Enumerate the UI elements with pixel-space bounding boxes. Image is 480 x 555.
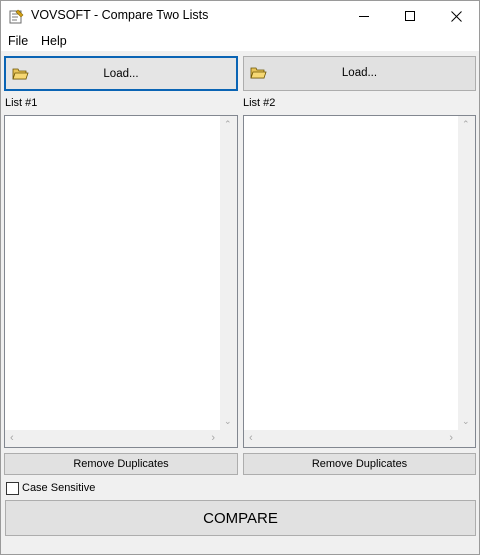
list2-horizontal-scrollbar[interactable]: ‹ › — [244, 430, 458, 447]
scroll-up-icon[interactable]: ⌃ — [462, 120, 470, 129]
menu-file[interactable]: File — [8, 34, 28, 48]
menu-help[interactable]: Help — [41, 34, 67, 48]
scroll-down-icon[interactable]: ⌄ — [224, 417, 232, 426]
list2-vertical-scrollbar[interactable]: ⌃ ⌄ — [458, 116, 475, 430]
list1-label: List #1 — [5, 97, 38, 109]
title-bar[interactable]: VOVSOFT - Compare Two Lists — [1, 1, 479, 31]
scrollbar-corner — [220, 430, 237, 447]
load-list2-button[interactable]: Load... — [243, 56, 476, 91]
maximize-icon — [404, 10, 415, 21]
compare-button[interactable]: COMPARE — [5, 500, 476, 536]
list1-vertical-scrollbar[interactable]: ⌃ ⌄ — [220, 116, 237, 430]
menu-bar: File Help — [1, 31, 479, 51]
list2-label: List #2 — [243, 97, 276, 109]
load-list1-button[interactable]: Load... — [4, 56, 238, 91]
close-icon — [450, 10, 462, 22]
case-sensitive-option[interactable]: Case Sensitive — [6, 481, 95, 495]
remove-duplicates-list2-button[interactable]: Remove Duplicates — [243, 453, 476, 475]
scroll-right-icon[interactable]: › — [449, 433, 453, 444]
scroll-left-icon[interactable]: ‹ — [10, 433, 14, 444]
app-icon — [9, 9, 24, 24]
minimize-button[interactable] — [341, 1, 387, 31]
remove-duplicates-list1-button[interactable]: Remove Duplicates — [4, 453, 238, 475]
load-list2-label: Load... — [341, 67, 378, 79]
maximize-button[interactable] — [387, 1, 433, 31]
scroll-left-icon[interactable]: ‹ — [249, 433, 253, 444]
case-sensitive-label: Case Sensitive — [22, 482, 96, 494]
list1-textarea[interactable]: ⌃ ⌄ ‹ › — [4, 115, 238, 448]
list1-horizontal-scrollbar[interactable]: ‹ › — [5, 430, 220, 447]
scroll-up-icon[interactable]: ⌃ — [224, 120, 232, 129]
window-title: VOVSOFT - Compare Two Lists — [31, 8, 209, 22]
app-window: VOVSOFT - Compare Two Lists File Help Lo… — [0, 0, 480, 555]
scrollbar-corner — [458, 430, 475, 447]
case-sensitive-checkbox[interactable] — [6, 481, 19, 495]
scroll-right-icon[interactable]: › — [211, 433, 215, 444]
close-button[interactable] — [433, 1, 479, 31]
scroll-down-icon[interactable]: ⌄ — [462, 417, 470, 426]
minimize-icon — [358, 15, 369, 17]
list2-textarea[interactable]: ⌃ ⌄ ‹ › — [243, 115, 476, 448]
load-list1-label: Load... — [103, 68, 139, 80]
